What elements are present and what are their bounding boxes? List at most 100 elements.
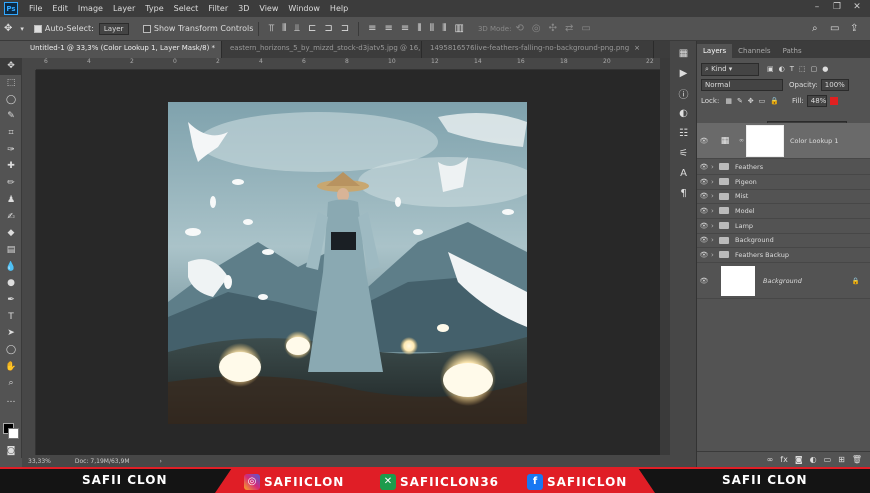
hand-tool-icon[interactable]: ✋ <box>0 358 22 375</box>
eye-icon[interactable]: 👁 <box>697 236 711 244</box>
3d-drag-icon[interactable]: ✣ <box>549 23 557 34</box>
close-tab-icon[interactable]: × <box>634 44 640 52</box>
crop-tool-icon[interactable]: ⌗ <box>0 125 22 142</box>
eye-icon[interactable]: 👁 <box>697 163 711 171</box>
align-left-icon[interactable]: ⊏ <box>308 23 316 34</box>
history-brush-icon[interactable]: ✍ <box>0 208 22 225</box>
search-icon[interactable]: ⌕ <box>812 23 818 34</box>
auto-align-icon[interactable]: ▥ <box>455 23 464 34</box>
fill-field[interactable]: 48% <box>806 95 827 107</box>
zoom-tool-icon[interactable]: ⌕ <box>0 375 22 392</box>
type-tool-icon[interactable]: T <box>0 308 22 325</box>
minimize-icon[interactable]: – <box>810 2 824 14</box>
delete-layer-icon[interactable]: 🗑 <box>852 455 862 464</box>
layer-style-icon[interactable]: fx <box>780 455 788 464</box>
align-top-icon[interactable]: ⫪ <box>268 23 274 34</box>
tab-eastern-horizons[interactable]: eastern_horizons_5_by_mizzd_stock-d3jatv… <box>222 41 422 58</box>
path-select-tool-icon[interactable]: ➤ <box>0 325 22 342</box>
share-icon[interactable]: ⇪ <box>850 23 858 34</box>
chevron-right-icon[interactable]: › <box>711 236 719 244</box>
layer-row-mist[interactable]: 👁 › Mist <box>697 190 870 205</box>
tab-paths[interactable]: Paths <box>777 44 808 58</box>
layer-row-background-group[interactable]: 👁 › Background <box>697 234 870 249</box>
eraser-tool-icon[interactable]: ◆ <box>0 225 22 242</box>
eye-icon[interactable]: 👁 <box>697 207 711 215</box>
layer-row-pigeon[interactable]: 👁 › Pigeon <box>697 175 870 190</box>
new-adjustment-icon[interactable]: ◐ <box>810 455 817 464</box>
lock-icons[interactable]: ▦✎✥▭🔒 <box>725 97 784 105</box>
chevron-right-icon[interactable]: › <box>711 178 719 186</box>
distribute-icon[interactable]: ⦀ <box>430 23 434 34</box>
menu-help[interactable]: Help <box>325 4 353 13</box>
eye-icon[interactable]: 👁 <box>697 178 711 186</box>
align-center-icon[interactable]: ⊐ <box>324 23 332 34</box>
chevron-right-icon[interactable]: › <box>711 251 719 259</box>
chevron-right-icon[interactable]: › <box>160 458 162 465</box>
eye-icon[interactable]: 👁 <box>697 137 711 145</box>
tab-channels[interactable]: Channels <box>732 44 776 58</box>
close-icon[interactable]: ✕ <box>850 2 864 14</box>
distribute-icon[interactable]: ⦀ <box>442 23 446 34</box>
layer-row-feathers[interactable]: 👁 › Feathers <box>697 160 870 175</box>
dodge-tool-icon[interactable]: ● <box>0 275 22 292</box>
3d-rotate-icon[interactable]: ⟲ <box>515 23 523 34</box>
move-tool-icon[interactable]: ✥ <box>0 58 22 75</box>
tab-layers[interactable]: Layers <box>697 44 733 58</box>
menu-file[interactable]: File <box>24 4 47 13</box>
chevron-right-icon[interactable]: › <box>711 207 719 215</box>
3d-roll-icon[interactable]: ◎ <box>532 23 541 34</box>
blur-tool-icon[interactable]: 💧 <box>0 258 22 275</box>
stamp-tool-icon[interactable]: ♟ <box>0 192 22 209</box>
distribute-icon[interactable]: ≡ <box>368 23 376 34</box>
menu-edit[interactable]: Edit <box>47 4 73 13</box>
menu-image[interactable]: Image <box>73 4 108 13</box>
quick-mask-icon[interactable]: ◙ <box>0 443 22 460</box>
layer-row-model[interactable]: 👁 › Model <box>697 204 870 219</box>
layer-row-feathers-backup[interactable]: 👁 › Feathers Backup <box>697 248 870 263</box>
layer-row-color-lookup[interactable]: 👁 ▦ ∞ Color Lookup 1 <box>697 123 870 159</box>
chain-link-icon[interactable]: ∞ <box>739 137 744 144</box>
align-bottom-icon[interactable]: ⫫ <box>294 23 300 34</box>
more-tools-icon[interactable]: … <box>0 392 22 409</box>
gradient-tool-icon[interactable]: ▤ <box>0 242 22 259</box>
background-color-swatch[interactable] <box>8 428 19 439</box>
move-tool-icon[interactable]: ✥ <box>4 23 12 34</box>
layer-row-background[interactable]: 👁 Background 🔒 <box>697 263 870 299</box>
chevron-right-icon[interactable]: › <box>711 192 719 200</box>
eye-icon[interactable]: 👁 <box>697 277 711 285</box>
auto-select-checkbox[interactable] <box>33 24 42 33</box>
distribute-icon[interactable]: ⦀ <box>417 23 421 34</box>
tab-untitled-1[interactable]: Untitled-1 @ 33,3% (Color Lookup 1, Laye… <box>22 41 222 58</box>
menu-filter[interactable]: Filter <box>203 4 233 13</box>
new-group-icon[interactable]: ▭ <box>824 455 832 464</box>
eye-icon[interactable]: 👁 <box>697 251 711 259</box>
chevron-right-icon[interactable]: › <box>711 163 719 171</box>
brush-settings-icon[interactable]: ⚟ <box>670 143 697 163</box>
quick-select-tool-icon[interactable]: ✎ <box>0 108 22 125</box>
marquee-tool-icon[interactable]: ⬚ <box>0 75 22 92</box>
history-icon[interactable]: ▦ <box>670 43 697 63</box>
layer-row-lamp[interactable]: 👁 › Lamp <box>697 219 870 234</box>
lasso-tool-icon[interactable]: ◯ <box>0 91 22 108</box>
auto-select-dropdown[interactable]: Layer <box>98 22 129 35</box>
chevron-down-icon[interactable]: ▾ <box>20 25 24 33</box>
distribute-icon[interactable]: ≡ <box>385 23 393 34</box>
filter-icons[interactable]: ▣◐T⬚▢● <box>767 65 833 73</box>
menu-3d[interactable]: 3D <box>233 4 254 13</box>
blend-mode-dropdown[interactable]: Normal <box>701 79 783 91</box>
document-artwork[interactable] <box>168 102 527 424</box>
zoom-level[interactable]: 33,33% <box>28 458 51 465</box>
add-mask-icon[interactable]: ◙ <box>795 455 803 464</box>
info-icon[interactable]: ⓘ <box>670 83 697 103</box>
chevron-right-icon[interactable]: › <box>711 222 719 230</box>
eye-icon[interactable]: 👁 <box>697 192 711 200</box>
adjustments-icon[interactable]: ◐ <box>670 103 697 123</box>
paragraph-icon[interactable]: ¶ <box>670 183 697 203</box>
align-right-icon[interactable]: ⊐ <box>341 23 349 34</box>
distribute-icon[interactable]: ≡ <box>401 23 409 34</box>
brush-tool-icon[interactable]: ✏ <box>0 175 22 192</box>
layer-filter-kind[interactable]: ⌕ Kind ▾ <box>701 62 759 76</box>
opacity-field[interactable]: 100% <box>820 79 849 91</box>
vertical-scrollbar[interactable] <box>660 58 670 455</box>
layer-mask-thumbnail[interactable] <box>746 124 784 157</box>
